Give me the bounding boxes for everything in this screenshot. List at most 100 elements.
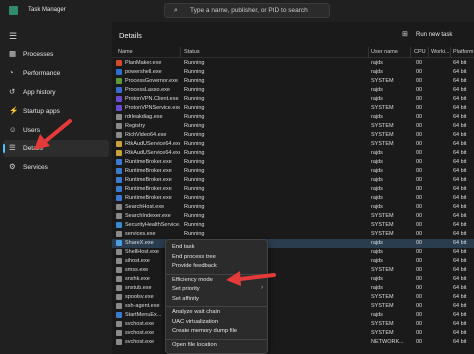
process-icon — [116, 87, 122, 93]
cell-status: Running — [184, 168, 205, 174]
cell-user: rajds — [371, 285, 383, 291]
cell-name: Registry — [125, 123, 146, 129]
cell-cpu: 00 — [416, 312, 423, 318]
cell-platform: 64 bit — [453, 150, 467, 156]
cell-cpu: 00 — [416, 105, 423, 111]
cell-status: Running — [184, 186, 205, 192]
table-row[interactable]: SecurityHealthService... Running SYSTEM 00 6… — [112, 221, 474, 230]
cell-cpu: 00 — [416, 96, 423, 102]
cell-user: rajds — [371, 168, 383, 174]
cell-user: SYSTEM — [371, 78, 394, 84]
cell-cpu: 00 — [416, 132, 423, 138]
process-icon — [116, 78, 122, 84]
cell-name: SearchHost.exe — [125, 204, 165, 210]
cell-user: SYSTEM — [371, 141, 394, 147]
cell-cpu: 00 — [416, 213, 423, 219]
column-separator[interactable] — [428, 47, 429, 58]
menu-item-end-process-tree[interactable]: End process tree — [172, 254, 216, 260]
cell-cpu: 00 — [416, 60, 423, 66]
process-icon — [116, 276, 122, 282]
cell-cpu: 00 — [416, 87, 423, 93]
menu-item-uac-virtualization[interactable]: UAC virtualization — [172, 319, 218, 325]
table-row[interactable]: SearchIndexer.exe Running SYSTEM 00 64 bit — [112, 212, 474, 221]
cell-status: Running — [184, 150, 205, 156]
column-separator[interactable] — [450, 47, 451, 58]
table-row[interactable]: services.exe Running SYSTEM 00 64 bit — [112, 230, 474, 239]
table-row[interactable]: RuntimeBroker.exe Running rajds 00 64 bit — [112, 158, 474, 167]
hamburger-menu-icon[interactable]: ☰ — [9, 31, 17, 42]
table-row[interactable]: RichVideo64.exe Running SYSTEM 00 64 bit — [112, 131, 474, 140]
table-row[interactable]: SearchHost.exe Running rajds 00 64 bit — [112, 203, 474, 212]
cell-cpu: 00 — [416, 258, 423, 264]
menu-item-create-memory-dump-file[interactable]: Create memory dump file — [172, 328, 237, 334]
table-row[interactable]: Registry Running SYSTEM 00 64 bit — [112, 122, 474, 131]
cell-platform: 64 bit — [453, 141, 467, 147]
process-icon — [116, 186, 122, 192]
cell-status: Running — [184, 123, 205, 129]
column-header-user-name[interactable]: User name — [371, 49, 398, 55]
column-separator[interactable] — [180, 47, 181, 58]
table-row[interactable]: rdrleakdiag.exe Running rajds 00 64 bit — [112, 113, 474, 122]
menu-item-end-task[interactable]: End task — [172, 244, 195, 250]
sidebar-item-label: Processes — [23, 51, 54, 58]
column-header-name[interactable]: Name — [118, 49, 133, 55]
column-header-cpu[interactable]: CPU — [414, 49, 426, 55]
sidebar-item-app-history[interactable]: ↺ App history — [3, 84, 109, 101]
cell-platform: 64 bit — [453, 114, 467, 120]
column-separator[interactable] — [410, 47, 411, 58]
cell-user: rajds — [371, 177, 383, 183]
column-header-status[interactable]: Status — [184, 49, 200, 55]
process-icon — [116, 168, 122, 174]
table-row[interactable]: RuntimeBroker.exe Running rajds 00 64 bit — [112, 194, 474, 203]
process-icon — [116, 267, 122, 273]
menu-item-analyze-wait-chain[interactable]: Analyze wait chain — [172, 309, 220, 315]
table-row[interactable]: RuntimeBroker.exe Running rajds 00 64 bit — [112, 185, 474, 194]
sidebar-item-services[interactable]: ⚙ Services — [3, 159, 109, 176]
table-row[interactable]: PlanMaker.exe Running rajds 00 64 bit — [112, 59, 474, 68]
menu-item-open-file-location[interactable]: Open file location — [172, 342, 217, 348]
cell-platform: 64 bit — [453, 168, 467, 174]
search-input[interactable]: ⌕ Type a name, publisher, or PID to sear… — [164, 3, 330, 18]
table-row[interactable]: ProcessGovernor.exe Running SYSTEM 00 64 bit — [112, 77, 474, 86]
run-new-task-button[interactable]: ⊞ Run new task — [399, 28, 467, 42]
table-row[interactable]: RtkAudUService64.exe Running rajds 00 64 bit — [112, 149, 474, 158]
process-icon — [116, 195, 122, 201]
selection-indicator — [3, 144, 5, 153]
cell-status: Running — [184, 69, 205, 75]
cell-name: RuntimeBroker.exe — [125, 186, 172, 192]
cell-cpu: 00 — [416, 249, 423, 255]
cell-platform: 64 bit — [453, 213, 467, 219]
table-row[interactable]: RuntimeBroker.exe Running rajds 00 64 bit — [112, 176, 474, 185]
menu-item-set-priority[interactable]: Set priority — [172, 286, 200, 292]
table-row[interactable]: ProtonVPNService.exe Running SYSTEM 00 64 bi… — [112, 104, 474, 113]
column-separator[interactable] — [368, 47, 369, 58]
sidebar-item-performance[interactable]: ◔ Performance — [3, 65, 109, 82]
cell-platform: 64 bit — [453, 195, 467, 201]
cell-cpu: 00 — [416, 141, 423, 147]
column-header-platform[interactable]: Platform — [453, 49, 473, 55]
process-icon — [116, 204, 122, 210]
cell-platform: 64 bit — [453, 303, 467, 309]
menu-item-set-affinity[interactable]: Set affinity — [172, 296, 199, 302]
cell-platform: 64 bit — [453, 312, 467, 318]
table-row[interactable]: powershell.exe Running rajds 00 64 bit — [112, 68, 474, 77]
cell-user: SYSTEM — [371, 231, 394, 237]
cell-cpu: 00 — [416, 177, 423, 183]
window-title: Task Manager — [28, 7, 66, 13]
menu-item-efficiency-mode[interactable]: Efficiency mode — [172, 277, 213, 283]
sidebar-item-processes[interactable]: ▦ Processes — [3, 46, 109, 63]
column-header-working-set[interactable]: Worki... — [431, 49, 450, 55]
table-row[interactable]: RuntimeBroker.exe Running rajds 00 64 bit — [112, 167, 474, 176]
cell-cpu: 00 — [416, 78, 423, 84]
cell-status: Running — [184, 141, 205, 147]
cell-platform: 64 bit — [453, 159, 467, 165]
table-row[interactable]: ProtonVPN.Client.exe Running rajds 00 64 bit — [112, 95, 474, 104]
table-row[interactable]: ProcessLasso.exe Running rajds 00 64 bit — [112, 86, 474, 95]
cell-status: Running — [184, 114, 205, 120]
cell-platform: 64 bit — [453, 105, 467, 111]
cell-user: SYSTEM — [371, 267, 394, 273]
menu-item-provide-feedback[interactable]: Provide feedback — [172, 263, 217, 269]
process-icon — [116, 285, 122, 291]
process-icon — [116, 240, 122, 246]
table-row[interactable]: RtkAudUService64.exe Running SYSTEM 00 64 bi… — [112, 140, 474, 149]
